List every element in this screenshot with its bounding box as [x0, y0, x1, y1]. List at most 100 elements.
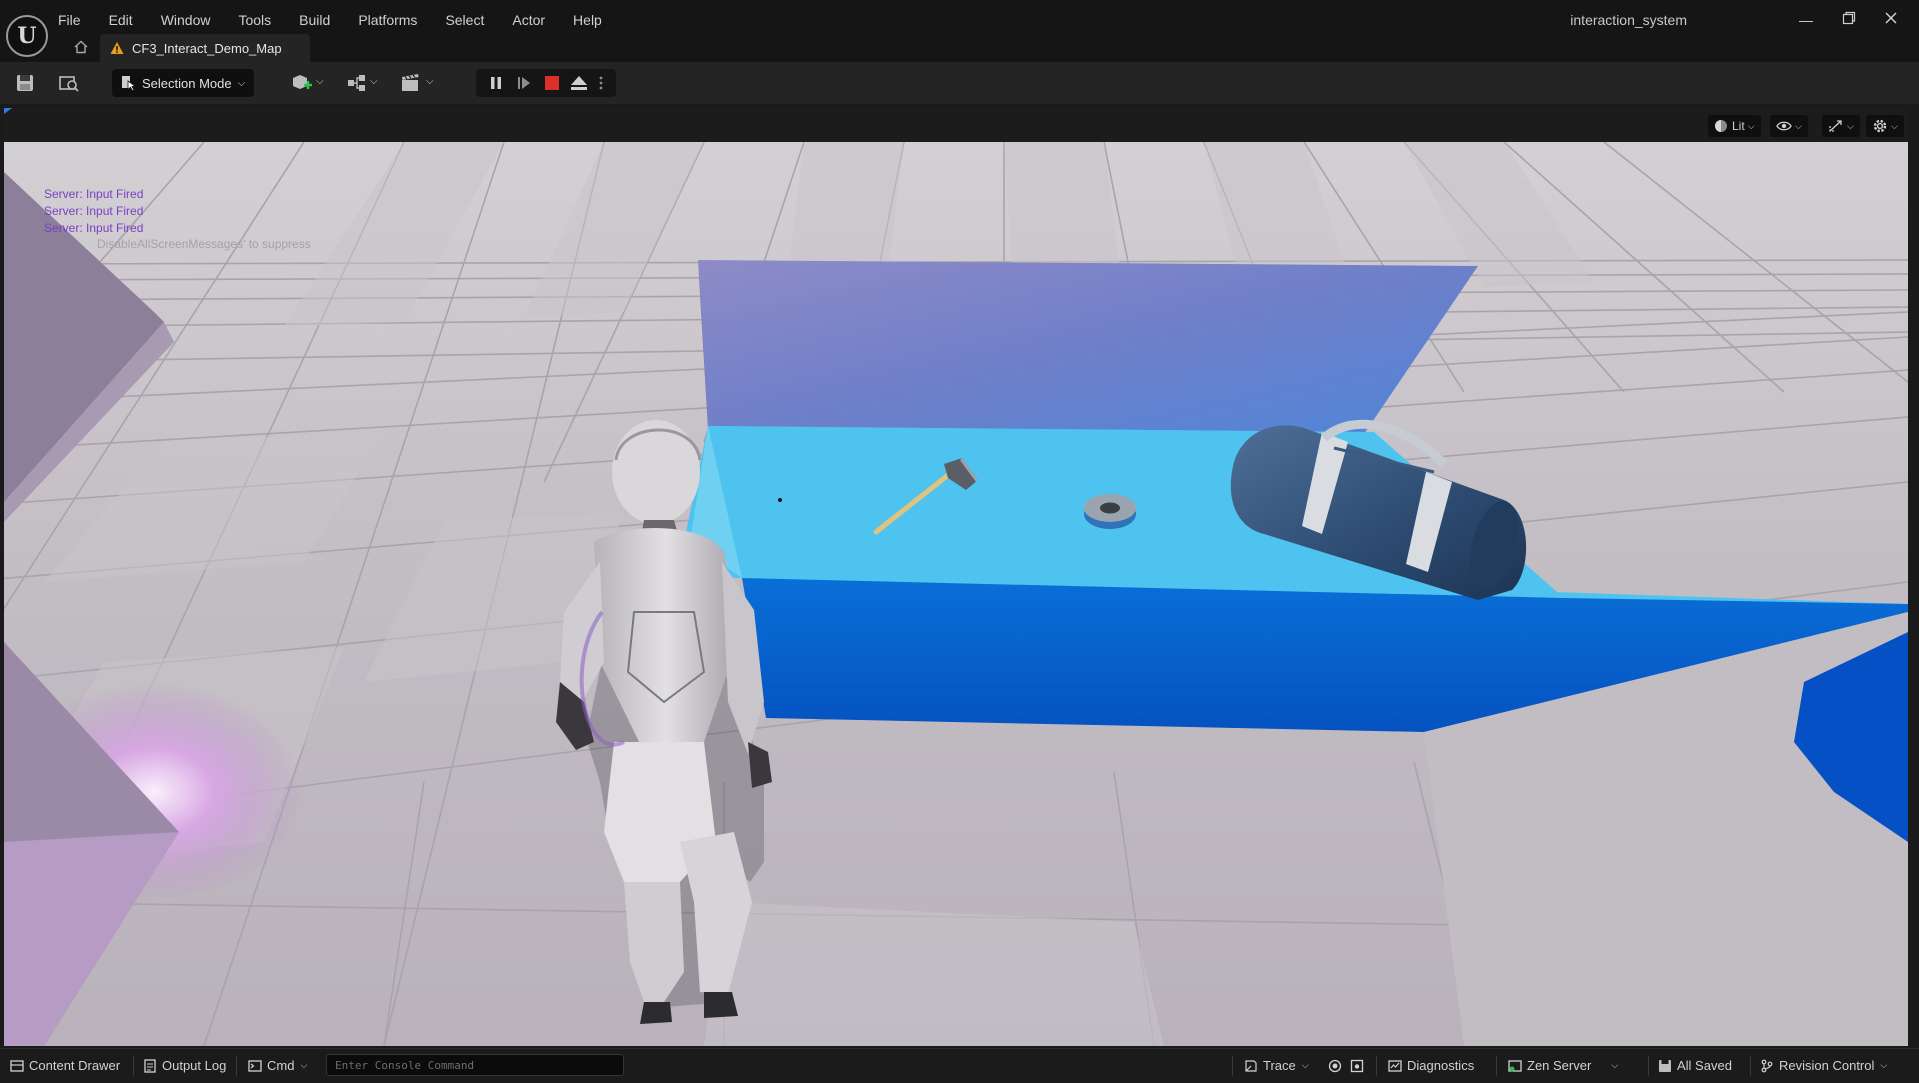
zen-server-label: Zen Server	[1527, 1058, 1592, 1073]
divider	[1496, 1056, 1497, 1076]
divider	[1376, 1056, 1377, 1076]
cmd-label: Cmd	[267, 1058, 295, 1073]
trace-dropdown[interactable]: Trace ⌵	[1244, 1058, 1309, 1073]
all-saved-label: All Saved	[1677, 1058, 1732, 1073]
add-actor-icon[interactable]	[290, 72, 312, 94]
selection-mode-dropdown[interactable]: Selection Mode ⌵	[112, 69, 254, 97]
transform-icon	[1829, 120, 1842, 132]
menu-platforms[interactable]: Platforms	[358, 8, 417, 32]
divider	[133, 1056, 134, 1076]
viewport-toolbar: Lit ⌵ ⌵ ⌵ ⌵	[4, 108, 1908, 142]
chevron-down-icon[interactable]: ⌵	[370, 76, 378, 87]
project-name: interaction_system	[1570, 12, 1687, 28]
divider	[1232, 1056, 1233, 1076]
menu-window[interactable]: Window	[161, 8, 211, 32]
unreal-logo-icon[interactable]: U	[6, 15, 48, 57]
chevron-down-icon[interactable]: ⌵	[426, 76, 434, 87]
restore-icon[interactable]	[1838, 10, 1860, 30]
revision-control-dropdown[interactable]: Revision Control ⌵	[1760, 1058, 1887, 1073]
save-icon[interactable]	[14, 72, 36, 94]
frame-advance-icon[interactable]	[516, 75, 532, 91]
trace-label: Trace	[1263, 1058, 1296, 1073]
close-icon[interactable]	[1880, 10, 1902, 30]
zen-server-icon	[1508, 1059, 1522, 1072]
menu-build[interactable]: Build	[299, 8, 330, 32]
divider	[236, 1056, 237, 1076]
menu-help[interactable]: Help	[573, 8, 602, 32]
suppress-messages-hint: DisableAllScreenMessages' to suppress	[97, 237, 311, 251]
more-options-icon[interactable]	[598, 75, 604, 91]
menu-tools[interactable]: Tools	[238, 8, 271, 32]
zen-server-dropdown[interactable]: Zen Server ⌵	[1508, 1058, 1618, 1073]
blueprint-icon[interactable]	[346, 72, 368, 94]
menu-actor[interactable]: Actor	[512, 8, 545, 32]
debug-message: Server: Input Fired	[44, 187, 144, 201]
title-bar: U File Edit Window Tools Build Platforms…	[0, 0, 1919, 62]
browse-content-icon[interactable]	[58, 72, 80, 94]
diagnostics-button[interactable]: Diagnostics	[1388, 1058, 1474, 1073]
chevron-down-icon: ⌵	[1847, 120, 1854, 131]
warning-level-icon	[110, 42, 124, 54]
view-mode-label: Lit	[1732, 119, 1745, 133]
chevron-down-icon: ⌵	[300, 1060, 308, 1070]
revision-control-label: Revision Control	[1779, 1058, 1875, 1073]
trace-icon	[1245, 1059, 1257, 1072]
chevron-down-icon: ⌵	[1611, 1060, 1619, 1070]
cinematics-icon[interactable]	[400, 72, 422, 94]
view-mode-dropdown[interactable]: Lit ⌵	[1708, 115, 1761, 137]
output-log-label: Output Log	[162, 1058, 227, 1073]
tab-map[interactable]: CF3_Interact_Demo_Map	[100, 34, 310, 62]
save-status-button[interactable]: All Saved	[1658, 1058, 1732, 1073]
output-log-button[interactable]: Output Log	[143, 1058, 226, 1073]
gear-icon	[1873, 119, 1887, 133]
chevron-down-icon: ⌵	[1747, 120, 1755, 131]
output-log-icon	[144, 1058, 156, 1073]
content-drawer-label: Content Drawer	[29, 1058, 121, 1073]
diagnostics-icon	[1388, 1059, 1402, 1072]
eject-icon[interactable]	[570, 75, 588, 91]
tab-map-label: CF3_Interact_Demo_Map	[132, 40, 282, 56]
chevron-down-icon: ⌵	[1795, 120, 1802, 131]
play-controls	[476, 69, 616, 97]
console-command-input[interactable]	[326, 1054, 624, 1076]
record-trace-icon[interactable]	[1328, 1059, 1342, 1073]
lit-sphere-icon	[1715, 120, 1727, 132]
content-drawer-icon	[10, 1059, 24, 1072]
screenshot-icon[interactable]	[1350, 1059, 1364, 1073]
debug-message: Server: Input Fired	[44, 204, 144, 218]
chevron-down-icon: ⌵	[237, 77, 246, 89]
divider	[1648, 1056, 1649, 1076]
stop-icon[interactable]	[544, 75, 560, 91]
chevron-down-icon[interactable]: ⌵	[316, 76, 324, 87]
revision-control-icon	[1761, 1059, 1773, 1072]
cursor-icon	[122, 76, 137, 91]
viewport-corner-marker	[4, 108, 12, 114]
all-saved-icon	[1659, 1059, 1671, 1072]
main-toolbar: Selection Mode ⌵ ⌵ ⌵ ⌵	[0, 62, 1919, 104]
viewport-settings-dropdown[interactable]: ⌵	[1866, 115, 1904, 137]
snapping-dropdown[interactable]: ⌵	[1822, 115, 1860, 137]
eye-icon	[1776, 121, 1792, 131]
menu-file[interactable]: File	[58, 8, 81, 32]
minimize-icon[interactable]: —	[1795, 10, 1817, 30]
cmd-dropdown[interactable]: Cmd ⌵	[248, 1058, 307, 1073]
menu-edit[interactable]: Edit	[109, 8, 133, 32]
show-flags-dropdown[interactable]: ⌵	[1770, 115, 1808, 137]
menu-select[interactable]: Select	[445, 8, 484, 32]
table-back-wall	[698, 260, 1478, 434]
selection-mode-label: Selection Mode	[142, 75, 232, 91]
chevron-down-icon: ⌵	[1891, 120, 1898, 131]
chevron-down-icon: ⌵	[1301, 1060, 1309, 1070]
main-menu: File Edit Window Tools Build Platforms S…	[58, 8, 630, 32]
home-icon[interactable]	[72, 38, 90, 56]
pause-icon[interactable]	[488, 75, 504, 91]
chevron-down-icon: ⌵	[1880, 1060, 1888, 1070]
tape-roll-object[interactable]	[1084, 494, 1136, 529]
on-screen-debug-messages: Server: Input Fired Server: Input Fired …	[44, 186, 143, 237]
content-drawer-button[interactable]: Content Drawer	[10, 1058, 120, 1073]
terminal-icon	[248, 1059, 262, 1072]
debug-message: Server: Input Fired	[44, 221, 144, 235]
divider	[1750, 1056, 1751, 1076]
game-scene[interactable]	[4, 142, 1908, 1046]
diagnostics-label: Diagnostics	[1407, 1058, 1475, 1073]
